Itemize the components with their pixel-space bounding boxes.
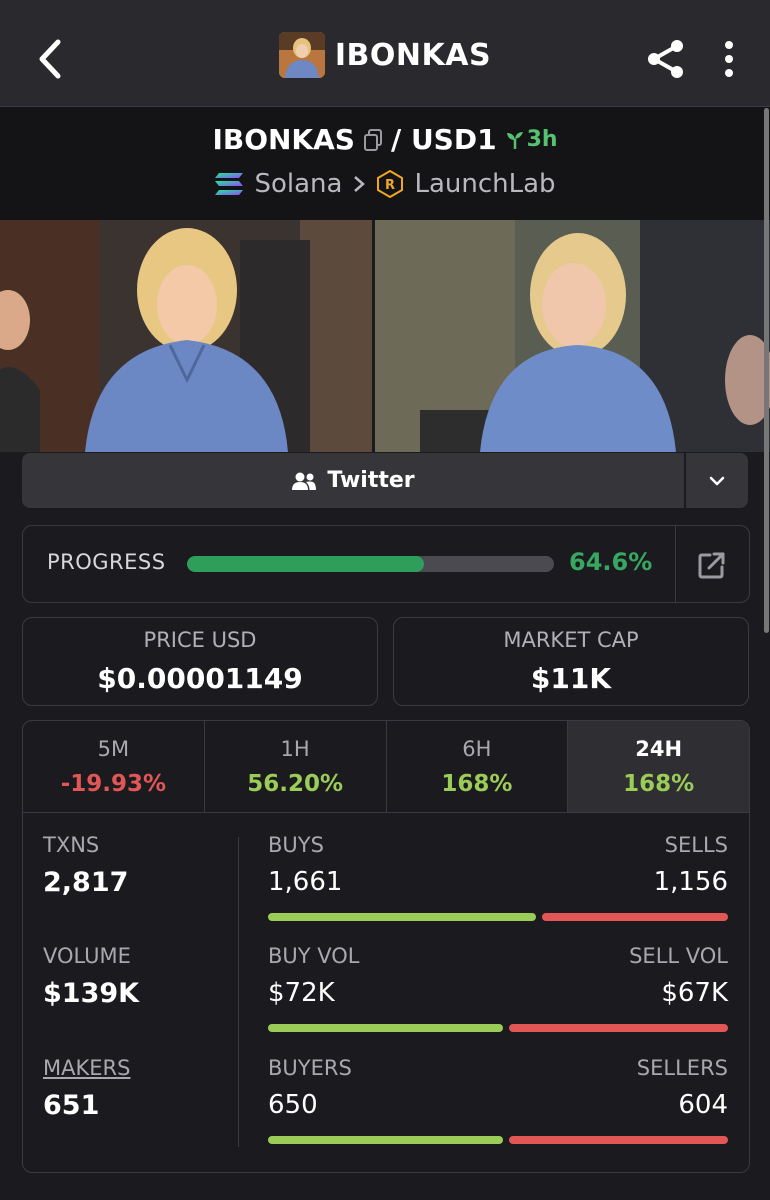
buy-portion [268, 1136, 503, 1144]
token-avatar [278, 32, 325, 78]
divider [675, 526, 676, 602]
sellers-label: SELLERS [636, 1056, 728, 1080]
timeframe-stats-card: 5M -19.93% 1H 56.20% 6H 168% 24H 168% TX… [22, 720, 750, 1173]
scrollbar[interactable] [764, 108, 769, 633]
page-title: IBONKAS [334, 37, 492, 73]
volume-label: VOLUME [43, 944, 131, 968]
buy-vol-label: BUY VOL [268, 944, 360, 968]
timeframe-tabs: 5M -19.93% 1H 56.20% 6H 168% 24H 168% [23, 721, 749, 813]
sell-portion [509, 1024, 728, 1032]
tab-6h[interactable]: 6H 168% [387, 721, 569, 812]
share-icon [648, 40, 683, 78]
sellers-value: 604 [678, 1090, 728, 1120]
open-external-button[interactable] [695, 548, 729, 582]
tab-change: 168% [441, 771, 513, 797]
quote-symbol: / USD1 [390, 123, 497, 156]
solana-icon [215, 173, 244, 195]
sells-label: SELLS [664, 833, 728, 857]
market-cap-label: MARKET CAP [503, 628, 639, 652]
txns-label: TXNS [43, 833, 100, 857]
makers-value: 651 [43, 1090, 100, 1121]
tab-name: 5M [97, 737, 130, 761]
buyers-label: BUYERS [268, 1056, 352, 1080]
buy-portion [268, 913, 536, 921]
chevron-right-icon [354, 176, 366, 192]
tab-name: 1H [280, 737, 310, 761]
volume-ratio-bar [268, 1024, 728, 1032]
sell-portion [509, 1136, 728, 1144]
sell-vol-value: $67K [661, 978, 728, 1008]
progress-card: PROGRESS 64.6% [22, 525, 750, 603]
tab-change: 168% [623, 771, 695, 797]
tab-5m[interactable]: 5M -19.93% [23, 721, 205, 812]
pair-info: IBONKAS / USD1 3h Solana R LaunchLab [0, 107, 770, 220]
top-bar: IBONKAS [0, 0, 770, 107]
tab-name: 6H [462, 737, 492, 761]
users-icon [292, 472, 317, 490]
chain-name[interactable]: Solana [254, 169, 342, 199]
progress-bar-fill [187, 556, 425, 572]
price-card: PRICE USD $0.00001149 [22, 617, 378, 706]
sells-value: 1,156 [653, 867, 728, 897]
copy-icon[interactable] [363, 128, 383, 151]
share-button[interactable] [646, 38, 686, 80]
tab-change: 56.20% [247, 771, 344, 797]
market-cap-card: MARKET CAP $11K [393, 617, 749, 706]
txns-value: 2,817 [43, 867, 129, 898]
buy-vol-value: $72K [268, 978, 335, 1008]
market-cap-value: $11K [530, 662, 612, 695]
base-symbol: IBONKAS [212, 123, 355, 156]
column-divider [238, 837, 239, 1147]
makers-link[interactable]: MAKERS [43, 1056, 130, 1080]
sprout-icon [506, 131, 523, 149]
sell-vol-label: SELL VOL [629, 944, 728, 968]
more-options-button[interactable] [718, 40, 740, 80]
sell-portion [542, 913, 728, 921]
buy-portion [268, 1024, 503, 1032]
tab-name: 24H [635, 737, 683, 761]
twitter-label: Twitter [327, 468, 415, 493]
progress-bar [187, 556, 554, 572]
tab-change: -19.93% [60, 771, 167, 797]
external-link-icon [698, 552, 725, 579]
volume-value: $139K [43, 978, 140, 1009]
buyers-value: 650 [268, 1090, 318, 1120]
pair-age-text: 3h [526, 127, 558, 152]
launchlab-icon: R [377, 170, 404, 198]
chevron-down-icon [709, 476, 725, 485]
buys-value: 1,661 [268, 867, 343, 897]
buys-sells-ratio-bar [268, 913, 728, 921]
price-label: PRICE USD [143, 628, 257, 652]
tab-24h[interactable]: 24H 168% [568, 721, 749, 812]
pair-age: 3h [505, 127, 558, 152]
progress-label: PROGRESS [47, 550, 166, 574]
more-vertical-icon [725, 41, 733, 77]
progress-percent: 64.6% [569, 548, 653, 576]
buys-label: BUYS [268, 833, 324, 857]
token-banner-image [0, 220, 770, 452]
launchpad-name[interactable]: LaunchLab [414, 169, 555, 199]
svg-text:R: R [385, 178, 395, 193]
buyers-ratio-bar [268, 1136, 728, 1144]
twitter-link-button[interactable]: Twitter [22, 453, 684, 508]
links-dropdown-button[interactable] [686, 453, 748, 508]
price-value: $0.00001149 [97, 662, 303, 695]
tab-1h[interactable]: 1H 56.20% [205, 721, 387, 812]
